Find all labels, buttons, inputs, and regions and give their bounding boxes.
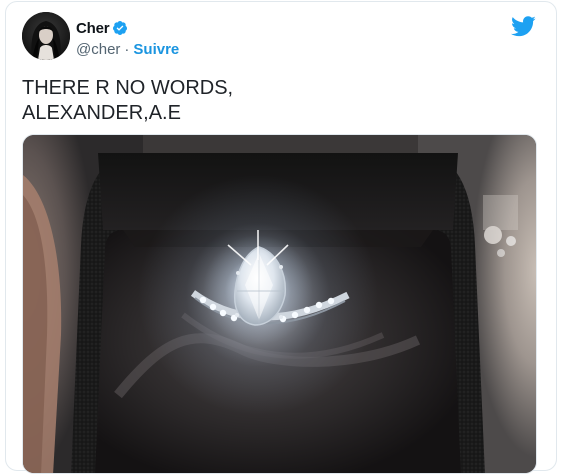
- author-block: Cher @cher · Suivre: [76, 18, 179, 59]
- twitter-bird-icon[interactable]: [511, 16, 536, 37]
- name-row: Cher: [76, 18, 179, 38]
- verified-badge-icon: [113, 21, 128, 35]
- handle[interactable]: @cher: [76, 41, 120, 58]
- avatar[interactable]: [22, 12, 70, 60]
- display-name[interactable]: Cher: [76, 20, 110, 37]
- handle-row: @cher · Suivre: [76, 39, 179, 59]
- tweet-text: THERE R NO WORDS, ALEXANDER,A.E: [22, 77, 234, 124]
- engagement-ring-photo: [23, 135, 536, 473]
- tweet-card: Cher @cher · Suivre THERE R NO WORDS, AL…: [5, 1, 557, 474]
- follow-button[interactable]: Suivre: [133, 41, 179, 58]
- avatar-photo: [22, 12, 70, 60]
- separator-dot: ·: [124, 40, 130, 58]
- tweet-media[interactable]: [22, 134, 537, 474]
